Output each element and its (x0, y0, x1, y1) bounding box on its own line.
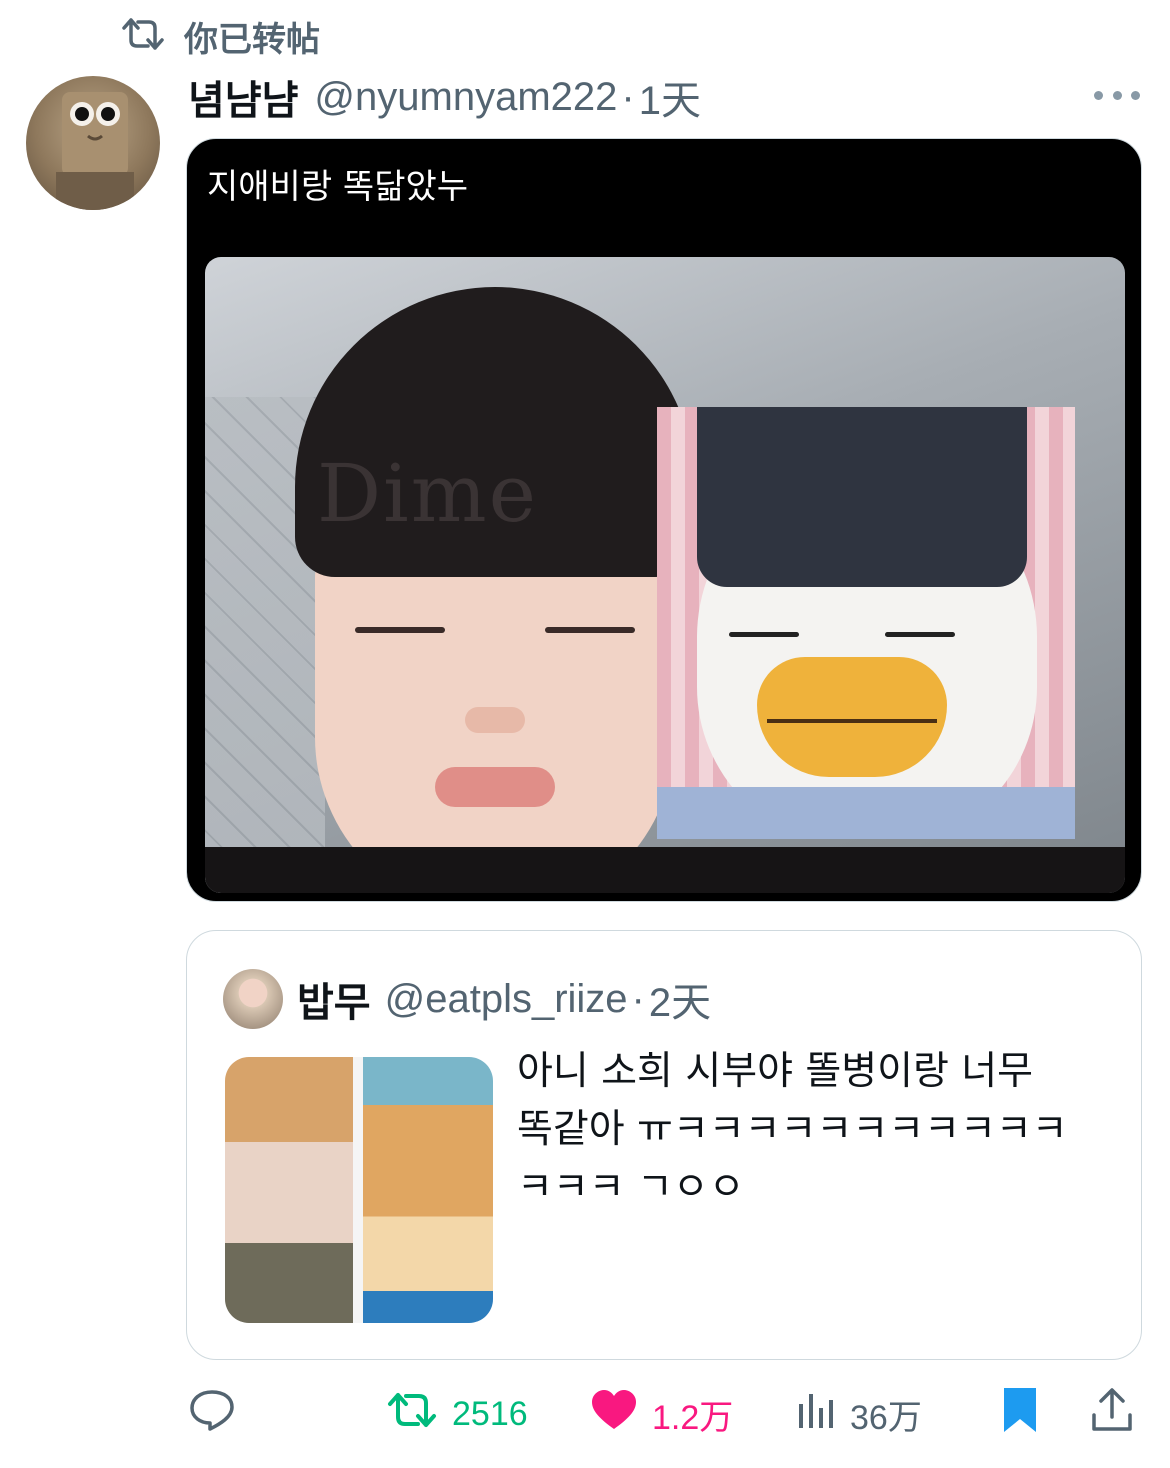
tweet-media[interactable]: 지애비랑 똑닮았누 Dime (186, 138, 1142, 902)
media-caption: 지애비랑 똑닮았누 (207, 167, 469, 207)
person-head: Dime (285, 287, 705, 893)
quoted-photo-plush (363, 1057, 493, 1323)
separator-dot: · (621, 74, 635, 119)
photo-sleeping-person: Dime (205, 257, 1125, 893)
reply-icon (188, 1388, 236, 1441)
person-lips (435, 767, 555, 807)
tweet-time[interactable]: 1天 (639, 68, 701, 126)
author-handle[interactable]: @nyumnyam222 (314, 75, 617, 120)
quoted-text-line: ㅋㅋㅋ ㄱㅇㅇ (517, 1165, 745, 1210)
duck-plush-inset (657, 407, 1075, 839)
social-context-label: 你已转帖 (184, 20, 320, 59)
quoted-tweet[interactable]: 밥무 @eatpls_riize · 2天 아니 소희 시부야 똘병이랑 너무 … (186, 930, 1142, 1360)
reply-button[interactable] (188, 1384, 236, 1444)
more-icon[interactable] (1094, 84, 1140, 106)
views-button[interactable]: 36万 (796, 1384, 922, 1444)
retweet-count: 2516 (452, 1394, 528, 1433)
duck-right-eye (885, 632, 955, 637)
beanie: Dime (295, 287, 695, 577)
like-count: 1.2万 (652, 1398, 734, 1437)
quoted-separator-dot: · (631, 976, 645, 1021)
tweet-header: 념냠냠 @nyumnyam222 · 1天 (188, 70, 701, 124)
quoted-author-handle[interactable]: @eatpls_riize (385, 977, 628, 1022)
bookmark-button[interactable] (1000, 1384, 1040, 1444)
social-context: 你已转帖 (120, 14, 320, 59)
quoted-text-line: 똑같아 ㅠㅋㅋㅋㅋㅋㅋㅋㅋㅋㅋㅋ (517, 1107, 1068, 1152)
quoted-media[interactable] (225, 1057, 493, 1323)
share-button[interactable] (1090, 1384, 1134, 1444)
quoted-photo-person (225, 1057, 353, 1323)
person-nose (465, 707, 525, 733)
shirt (205, 847, 1125, 893)
share-icon (1090, 1387, 1134, 1442)
bookmark-icon (1000, 1386, 1040, 1443)
quoted-author-avatar[interactable] (223, 969, 283, 1029)
retweet-button[interactable]: 2516 (386, 1384, 528, 1444)
views-icon (796, 1390, 836, 1439)
duck-mouth (767, 719, 937, 723)
quoted-tweet-time[interactable]: 2天 (649, 970, 711, 1028)
duck-hat (697, 407, 1027, 587)
quoted-tweet-header: 밥무 @eatpls_riize · 2天 (297, 971, 711, 1027)
duck-left-eye (729, 632, 799, 637)
person-left-eye (355, 627, 445, 633)
beanie-logo: Dime (317, 447, 538, 540)
quoted-author-name[interactable]: 밥무 (297, 970, 371, 1028)
like-icon (590, 1389, 638, 1440)
like-button[interactable]: 1.2万 (590, 1384, 733, 1444)
blanket (657, 787, 1075, 839)
duck-beak (757, 657, 947, 777)
views-count: 36万 (850, 1398, 922, 1437)
author-name[interactable]: 념냠냠 (188, 68, 298, 126)
action-bar: 2516 1.2万 36万 (186, 1384, 1146, 1444)
person-right-eye (545, 627, 635, 633)
retweet-icon (386, 1390, 438, 1439)
retweet-icon (120, 16, 166, 57)
author-avatar[interactable] (26, 76, 160, 210)
quoted-text-line: 아니 소희 시부야 똘병이랑 너무 (517, 1049, 1034, 1094)
quoted-tweet-text: 아니 소희 시부야 똘병이랑 너무 똑같아 ㅠㅋㅋㅋㅋㅋㅋㅋㅋㅋㅋㅋ ㅋㅋㅋ ㄱ… (517, 1043, 1117, 1217)
